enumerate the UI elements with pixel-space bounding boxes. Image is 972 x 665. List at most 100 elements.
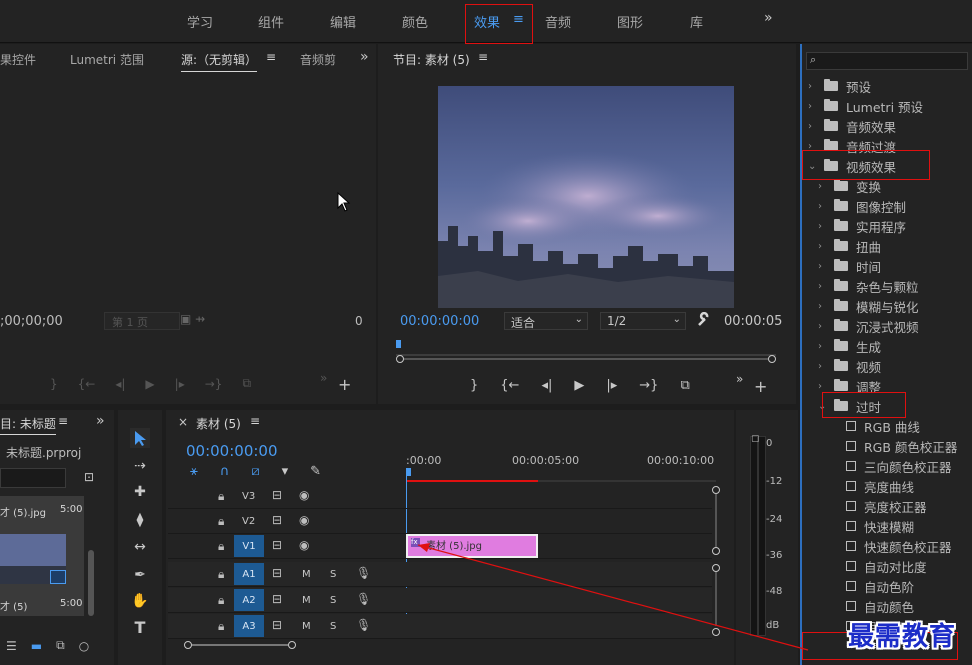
project-overflow-icon[interactable]: » [96, 413, 105, 429]
slip-tool-icon[interactable]: ↔ [128, 537, 152, 557]
microphone-icon[interactable]: 🎙︎ [356, 592, 371, 606]
track-header-a1[interactable]: A1 [234, 563, 264, 585]
chevron-right-icon[interactable]: › [818, 261, 830, 272]
effects-tree-item[interactable]: › 沉浸式视频 [818, 316, 919, 336]
hand-tool-icon[interactable]: ✋ [128, 591, 152, 611]
source-more-buttons-icon[interactable]: » [320, 371, 327, 385]
mute-button[interactable]: M [302, 595, 311, 606]
timeline-settings-wrench-icon[interactable]: ✎ [310, 464, 321, 479]
bin-search-icon[interactable]: ⊡ [84, 470, 94, 484]
effects-tree-item[interactable]: 自动颜色 [846, 596, 914, 616]
lock-icon[interactable]: 🔒︎ [218, 567, 224, 582]
add-marker-icon[interactable]: ▾ [282, 464, 289, 479]
workspace-tab-editing[interactable]: 编辑 [330, 12, 356, 31]
ripple-edit-tool-icon[interactable]: ✚ [128, 482, 152, 502]
source-overflow-icon[interactable]: » [360, 49, 369, 65]
effects-tree-item[interactable]: 自动对比度 [846, 556, 927, 576]
hscroll-bar[interactable] [192, 644, 288, 646]
step-forward-icon[interactable]: |▸ [175, 377, 185, 391]
lock-icon[interactable]: 🔒︎ [218, 489, 224, 504]
program-more-buttons-icon[interactable]: » [736, 372, 743, 386]
sync-lock-icon[interactable]: ⊟ [272, 566, 282, 580]
project-menu-icon[interactable]: ≡ [58, 414, 68, 428]
workspace-tab-libraries[interactable]: 库 [690, 12, 703, 31]
chevron-right-icon[interactable]: › [808, 81, 820, 92]
chevron-right-icon[interactable]: › [818, 201, 830, 212]
track-header-a2[interactable]: A2 [234, 589, 264, 611]
solo-button[interactable]: S [330, 569, 336, 580]
effects-search-input[interactable]: ⌕ [806, 52, 968, 70]
effects-tree-item[interactable]: 自动色阶 [846, 576, 914, 596]
selection-tool-icon[interactable] [130, 428, 150, 448]
workspace-tab-assembly[interactable]: 组件 [258, 12, 284, 31]
effects-tree-item[interactable]: RGB 曲线 [846, 416, 920, 436]
effects-tree-item[interactable]: 快速模糊 [846, 516, 914, 536]
sync-lock-icon[interactable]: ⊟ [272, 592, 282, 606]
workspace-tab-learn[interactable]: 学习 [187, 12, 213, 31]
source-tab-menu-icon[interactable]: ≡ [266, 50, 276, 64]
chevron-right-icon[interactable]: › [818, 341, 830, 352]
mute-button[interactable]: M [302, 621, 311, 632]
workspace-tab-color[interactable]: 颜色 [402, 12, 428, 31]
sync-lock-icon[interactable]: ⊟ [272, 538, 282, 552]
icon-view-icon[interactable]: ▬ [31, 639, 42, 653]
step-back-icon[interactable]: ◂| [541, 378, 552, 393]
vscroll-handle-top[interactable] [712, 486, 720, 494]
sync-lock-icon[interactable]: ⊟ [272, 488, 282, 502]
insert-icon[interactable]: ⧉ [242, 376, 251, 391]
audio-vscroll-handle-top[interactable] [712, 564, 720, 572]
program-menu-icon[interactable]: ≡ [478, 50, 488, 64]
lock-icon[interactable]: 🔒︎ [218, 514, 224, 529]
tab-audio-clip-mixer[interactable]: 音频剪 [300, 51, 336, 68]
project-scrollbar[interactable] [88, 550, 94, 616]
sequence-menu-icon[interactable]: ≡ [250, 414, 260, 428]
solo-button[interactable]: S [330, 621, 336, 632]
workspace-tab-graphics[interactable]: 图形 [617, 12, 643, 31]
snap-magnet-icon[interactable]: ∩ [220, 464, 230, 479]
source-add-button-icon[interactable]: + [338, 375, 351, 394]
eye-icon[interactable]: ◉ [299, 513, 309, 527]
goto-out-icon[interactable]: →} [205, 377, 223, 391]
project-search-input[interactable] [0, 468, 66, 488]
chevron-right-icon[interactable]: › [818, 221, 830, 232]
workspace-overflow-icon[interactable]: » [764, 10, 773, 26]
tab-lumetri-scopes[interactable]: Lumetri 范围 [70, 51, 144, 68]
vscroll-handle-bottom[interactable] [712, 547, 720, 555]
resolution-select[interactable]: 1/2 ⌄ [600, 312, 686, 330]
timeline-timecode[interactable]: 00:00:00:00 [186, 442, 278, 460]
goto-out-icon[interactable]: →} [639, 378, 658, 393]
close-icon[interactable]: × [178, 415, 188, 429]
hscroll-handle-right[interactable] [288, 641, 296, 649]
track-header-a3[interactable]: A3 [234, 615, 264, 637]
audio-vscroll-handle-bottom[interactable] [712, 628, 720, 636]
chevron-right-icon[interactable]: › [818, 361, 830, 372]
effects-tree-item[interactable]: 亮度校正器 [846, 496, 927, 516]
solo-button[interactable]: S [330, 595, 336, 606]
timeline-playhead[interactable] [406, 468, 411, 476]
chevron-right-icon[interactable]: › [808, 101, 820, 112]
effects-tree-item[interactable]: › Lumetri 预设 [808, 96, 923, 116]
effects-tree-item[interactable]: 亮度曲线 [846, 476, 914, 496]
page-nav-icon[interactable]: ▣ ⇸ [180, 312, 205, 326]
effects-tree-item[interactable]: › 图像控制 [818, 196, 906, 216]
lock-icon[interactable]: 🔒︎ [218, 593, 224, 608]
mark-out-icon[interactable]: } [50, 377, 58, 391]
program-timecode-current[interactable]: 00:00:00:00 [400, 314, 479, 329]
page-select[interactable]: 第 1 页 [112, 314, 148, 330]
effects-tree-item[interactable]: › 杂色与颗粒 [818, 276, 919, 296]
chevron-right-icon[interactable]: › [818, 241, 830, 252]
effects-tree-item[interactable]: 三向颜色校正器 [846, 456, 952, 476]
type-tool-icon[interactable]: T [128, 617, 152, 637]
chevron-right-icon[interactable]: › [818, 321, 830, 332]
sync-lock-icon[interactable]: ⊟ [272, 513, 282, 527]
hscroll-handle-left[interactable] [184, 641, 192, 649]
lock-icon[interactable]: 🔒︎ [218, 619, 224, 634]
effects-tree-item[interactable]: › 视频 [818, 356, 881, 376]
source-timecode[interactable]: ;00;00;00 [0, 314, 63, 329]
microphone-icon[interactable]: 🎙︎ [356, 618, 371, 632]
timeline-ruler[interactable] [406, 468, 716, 482]
clip-name[interactable]: 才 (5) [0, 598, 27, 613]
source-patch-v1[interactable]: V1 [234, 535, 264, 557]
eye-icon[interactable]: ◉ [299, 538, 309, 552]
step-forward-icon[interactable]: |▸ [606, 378, 617, 393]
